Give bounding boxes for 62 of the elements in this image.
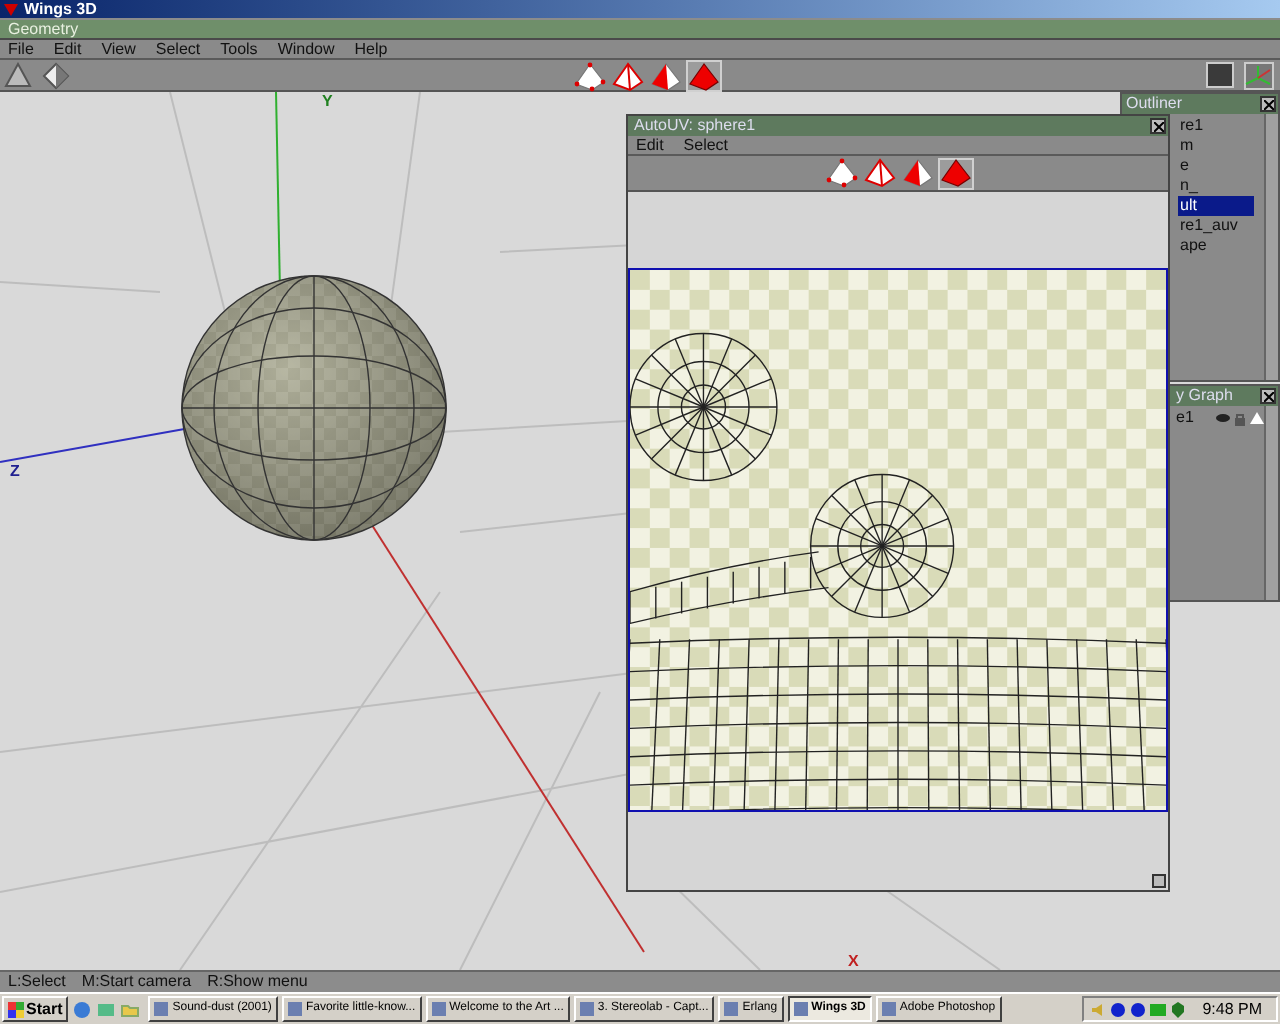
shield-icon[interactable] xyxy=(1170,1001,1187,1017)
close-icon xyxy=(1263,391,1273,401)
wireframe-view-icon[interactable] xyxy=(42,62,70,90)
app-icon xyxy=(724,1002,739,1016)
panel-title: Geometry xyxy=(8,19,79,39)
menu-item[interactable]: View xyxy=(101,39,136,59)
axis-label: Y xyxy=(322,94,333,110)
outliner-item[interactable]: re1 xyxy=(1178,116,1254,136)
edge-mode-button[interactable] xyxy=(610,60,646,92)
wire-icon[interactable] xyxy=(1250,412,1264,424)
window-title: Outliner xyxy=(1126,94,1183,114)
outliner-item[interactable]: ape xyxy=(1178,236,1254,256)
edge-mode-button[interactable] xyxy=(861,157,897,189)
app-icon xyxy=(579,1002,594,1016)
menu-item[interactable]: Window xyxy=(277,39,335,59)
close-icon xyxy=(1263,99,1273,109)
app-icon xyxy=(881,1002,896,1016)
app-icon xyxy=(287,1002,302,1016)
status-hint: R:Show menu xyxy=(207,972,308,992)
body-mode-button[interactable] xyxy=(937,157,973,189)
menu-item[interactable]: Help xyxy=(354,39,388,59)
menu-item[interactable]: Tools xyxy=(220,39,258,59)
menu-item[interactable]: Edit xyxy=(53,39,82,59)
vertex-mode-button[interactable] xyxy=(823,157,859,189)
vertex-mode-button[interactable] xyxy=(572,60,608,92)
smooth-preview-icon[interactable] xyxy=(1206,62,1234,88)
outliner-item[interactable]: m xyxy=(1178,136,1254,156)
app-icon xyxy=(431,1002,446,1016)
outliner-item[interactable]: ult xyxy=(1178,196,1254,216)
ie-icon[interactable] xyxy=(72,999,93,1019)
outliner-item[interactable]: e xyxy=(1178,156,1254,176)
app-icon xyxy=(154,1002,169,1016)
scrollbar[interactable] xyxy=(1264,114,1278,380)
close-icon xyxy=(1153,121,1163,131)
window-title: Wings 3D xyxy=(24,0,97,18)
menu-item[interactable]: Edit xyxy=(636,135,664,155)
eye-icon[interactable] xyxy=(1216,412,1230,424)
start-button[interactable]: Start xyxy=(2,996,69,1022)
close-button[interactable] xyxy=(1260,96,1276,112)
body-mode-button[interactable] xyxy=(686,60,722,92)
menu-item[interactable]: Select xyxy=(683,135,729,155)
clock: 9:48 PM xyxy=(1202,997,1262,1021)
app-icon xyxy=(793,1002,808,1016)
menu-item[interactable]: Select xyxy=(155,39,201,59)
face-mode-button[interactable] xyxy=(899,157,935,189)
window-title: AutoUV: sphere1 xyxy=(634,116,756,136)
windows-logo-icon xyxy=(8,1001,24,1017)
face-mode-button[interactable] xyxy=(648,60,684,92)
app-icon xyxy=(4,3,18,15)
graph-item[interactable]: e1 xyxy=(1176,408,1212,428)
scrollbar[interactable] xyxy=(1264,406,1278,600)
menu-item[interactable]: File xyxy=(8,39,34,59)
close-button[interactable] xyxy=(1150,118,1166,134)
axis-label: X xyxy=(848,954,859,970)
status-hint: L:Select xyxy=(8,972,66,992)
outliner-item[interactable]: n_ xyxy=(1178,176,1254,196)
outliner-item[interactable]: re1_auv xyxy=(1178,216,1254,236)
window-title: y Graph xyxy=(1176,386,1233,406)
resize-grip-icon[interactable] xyxy=(1152,874,1166,888)
close-button[interactable] xyxy=(1260,388,1276,404)
status-hint: M:Start camera xyxy=(81,972,192,992)
axis-label: Z xyxy=(10,464,20,480)
